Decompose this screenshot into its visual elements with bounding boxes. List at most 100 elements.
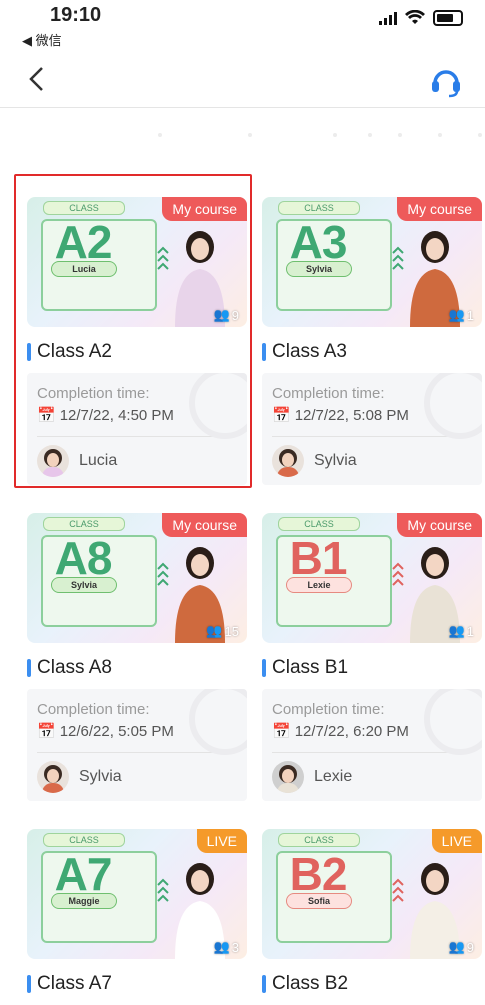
status-time: 19:10 (50, 4, 102, 26)
course-card[interactable]: CLASS A8 Sylvia My course 👥 15 Class A8 C… (27, 513, 247, 801)
people-icon: 👥 (448, 623, 465, 638)
title-accent-bar (27, 975, 31, 993)
avatar (272, 445, 304, 477)
title-accent-bar (262, 975, 266, 993)
course-card[interactable]: CLASS A2 Lucia My course 👥 9 Class A2 Com… (27, 197, 247, 485)
chevron-up-icon (157, 246, 169, 270)
faint-header-strip (0, 125, 485, 145)
my-course-badge: My course (397, 513, 482, 537)
course-info-panel: Completion time: 📅 12/7/22, 5:08 PM Sylvi… (262, 373, 482, 485)
course-thumbnail[interactable]: CLASS A8 Sylvia My course 👥 15 (27, 513, 247, 643)
completion-time-value: 12/7/22, 5:08 PM (294, 406, 409, 424)
avatar (37, 445, 69, 477)
course-title[interactable]: Class B1 (262, 657, 482, 679)
course-thumbnail[interactable]: CLASS A7 Maggie LIVE 👥 3 (27, 829, 247, 959)
class-tag: CLASS (278, 833, 360, 847)
title-accent-bar (27, 343, 31, 361)
chevron-up-icon (392, 562, 404, 586)
class-tag: CLASS (43, 517, 125, 531)
student-count: 👥 9 (214, 307, 239, 323)
teacher-name: Sylvia (79, 768, 122, 785)
signal-icon (379, 11, 397, 25)
course-title-text: Class A3 (272, 341, 347, 362)
teacher-name: Lexie (314, 768, 353, 785)
my-course-badge: My course (162, 513, 247, 537)
headset-icon[interactable] (429, 65, 463, 104)
student-count-value: 9 (466, 939, 474, 955)
title-accent-bar (27, 659, 31, 677)
teacher-name: Lucia (79, 452, 118, 469)
class-tag: CLASS (43, 833, 125, 847)
course-info-panel: Completion time: 📅 12/6/22, 5:05 PM Sylvi… (27, 689, 247, 801)
course-title-text: Class B1 (272, 657, 349, 678)
course-title[interactable]: Class A3 (262, 341, 482, 363)
teacher-name-tag: Maggie (51, 893, 117, 909)
teacher-name-tag: Sofia (286, 893, 352, 909)
course-title-text: Class A2 (37, 341, 112, 362)
course-thumbnail[interactable]: CLASS A2 Lucia My course 👥 9 (27, 197, 247, 327)
calendar-icon: 📅 (272, 723, 291, 740)
teacher-name: Sylvia (314, 452, 357, 469)
people-icon: 👥 (448, 307, 465, 322)
live-badge: LIVE (431, 829, 482, 853)
my-course-badge: My course (162, 197, 247, 221)
teacher-name-tag: Sylvia (51, 577, 117, 593)
live-badge: LIVE (196, 829, 247, 853)
chevron-up-icon (157, 878, 169, 902)
people-icon: 👥 (448, 939, 465, 954)
student-count-value: 1 (466, 307, 474, 323)
calendar-icon: 📅 (272, 407, 291, 424)
student-count: 👥 1 (449, 623, 474, 639)
student-count: 👥 15 (206, 623, 239, 639)
people-icon: 👥 (213, 307, 230, 322)
course-thumbnail[interactable]: CLASS B2 Sofia LIVE 👥 9 (262, 829, 482, 959)
avatar (37, 761, 69, 793)
course-card[interactable]: CLASS A3 Sylvia My course 👥 1 Class A3 Co… (262, 197, 482, 485)
teacher-row: Lucia (27, 437, 247, 485)
course-card[interactable]: CLASS B2 Sofia LIVE 👥 9 Class B2 (262, 829, 482, 995)
back-to-wechat-link[interactable]: ◀ 微信 (22, 30, 62, 49)
chevron-up-icon (157, 562, 169, 586)
student-count-value: 9 (231, 307, 239, 323)
course-title-text: Class B2 (272, 973, 349, 994)
class-tag: CLASS (278, 517, 360, 531)
title-accent-bar (262, 343, 266, 361)
course-card[interactable]: CLASS A7 Maggie LIVE 👥 3 Class A7 (27, 829, 247, 995)
student-count-value: 1 (466, 623, 474, 639)
course-title[interactable]: Class A8 (27, 657, 247, 679)
wifi-icon (405, 10, 425, 24)
teacher-row: Sylvia (27, 753, 247, 801)
course-title[interactable]: Class B2 (262, 973, 482, 995)
teacher-name-tag: Lucia (51, 261, 117, 277)
title-accent-bar (262, 659, 266, 677)
nav-bar (0, 55, 485, 108)
student-count: 👥 1 (449, 307, 474, 323)
status-bar: 19:10 ◀ 微信 (0, 0, 485, 52)
people-icon: 👥 (213, 939, 230, 954)
course-title-text: Class A7 (37, 973, 112, 994)
chevron-up-icon (392, 878, 404, 902)
class-tag: CLASS (43, 201, 125, 215)
completion-time-value: 12/6/22, 5:05 PM (59, 722, 174, 740)
course-thumbnail[interactable]: CLASS B1 Lexie My course 👥 1 (262, 513, 482, 643)
student-count: 👥 3 (214, 939, 239, 955)
student-count-value: 3 (231, 939, 239, 955)
chevron-left-icon[interactable] (26, 65, 46, 101)
teacher-row: Sylvia (262, 437, 482, 485)
battery-icon (433, 10, 463, 26)
course-info-panel: Completion time: 📅 12/7/22, 6:20 PM Lexie (262, 689, 482, 801)
course-title[interactable]: Class A2 (27, 341, 247, 363)
avatar (272, 761, 304, 793)
course-title[interactable]: Class A7 (27, 973, 247, 995)
student-count-value: 15 (224, 623, 239, 639)
course-info-panel: Completion time: 📅 12/7/22, 4:50 PM Lucia (27, 373, 247, 485)
course-thumbnail[interactable]: CLASS A3 Sylvia My course 👥 1 (262, 197, 482, 327)
completion-time-value: 12/7/22, 4:50 PM (59, 406, 174, 424)
student-count: 👥 9 (449, 939, 474, 955)
teacher-name-tag: Lexie (286, 577, 352, 593)
teacher-name-tag: Sylvia (286, 261, 352, 277)
status-icons (379, 10, 463, 26)
course-title-text: Class A8 (37, 657, 112, 678)
teacher-row: Lexie (262, 753, 482, 801)
course-card[interactable]: CLASS B1 Lexie My course 👥 1 Class B1 Com… (262, 513, 482, 801)
